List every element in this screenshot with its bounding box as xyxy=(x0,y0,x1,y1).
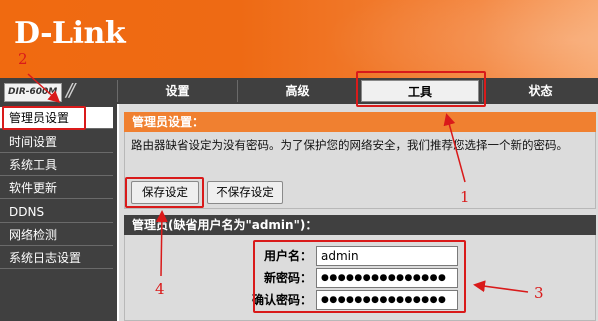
sidebar-item-syslog[interactable]: 系统日志设置 xyxy=(0,247,113,269)
admin-settings-description: 路由器缺省设定为没有密码。为了保护您的网络安全，我们推荐您选择一个新的密码。 xyxy=(131,138,568,152)
sidebar-item-system[interactable]: 系统工具 xyxy=(0,154,113,176)
model-label: DIR-600M xyxy=(4,83,62,102)
sidebar-item-ddns[interactable]: DDNS xyxy=(0,201,113,223)
tab-advanced[interactable]: 高级 xyxy=(237,80,357,102)
sidebar-item-network-check[interactable]: 网络检测 xyxy=(0,224,113,246)
annotation-box-admin-item xyxy=(2,106,86,130)
annotation-number-1: 1 xyxy=(460,188,470,206)
annotation-number-4: 4 xyxy=(155,280,165,298)
admin-settings-title: 管理员设置： xyxy=(124,112,596,132)
annotation-number-2: 2 xyxy=(18,50,28,68)
nav-separator: // xyxy=(66,80,75,101)
dont-save-button[interactable]: 不保存设定 xyxy=(207,181,283,204)
header-banner: D-Link xyxy=(0,0,598,78)
admin-account-title: 管理员(缺省用户名为"admin")： xyxy=(124,215,596,235)
annotation-box-tools-tab xyxy=(356,71,486,107)
sidebar-item-firmware[interactable]: 软件更新 xyxy=(0,177,113,199)
annotation-box-account-fields xyxy=(253,240,466,313)
dlink-logo: D-Link xyxy=(14,16,126,51)
annotation-box-save-button xyxy=(125,177,204,208)
annotation-number-3: 3 xyxy=(534,284,544,302)
tab-status[interactable]: 状态 xyxy=(482,80,598,102)
tab-setup[interactable]: 设置 xyxy=(117,80,237,102)
sidebar-item-time[interactable]: 时间设置 xyxy=(0,131,113,153)
